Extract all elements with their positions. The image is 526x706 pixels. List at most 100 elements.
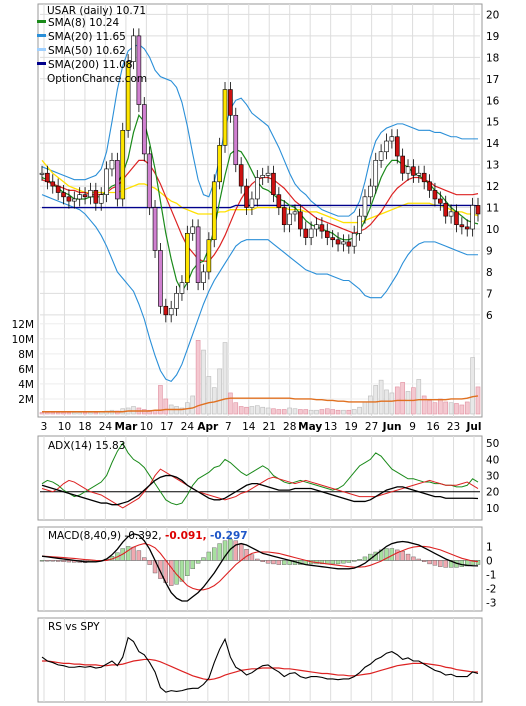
- volume-bar: [77, 412, 82, 415]
- macd-histogram-bar: [55, 560, 61, 562]
- candle-body: [346, 241, 352, 247]
- candle-body: [228, 89, 233, 116]
- candle-body: [427, 181, 432, 191]
- volume-bar: [362, 401, 368, 415]
- macd-histogram-bar: [206, 551, 212, 561]
- candle-body: [190, 226, 196, 234]
- volume-bar: [244, 406, 249, 415]
- candle-body: [416, 172, 422, 176]
- volume-bar: [249, 406, 255, 415]
- macd-histogram-bar: [244, 549, 249, 561]
- stock-chart: 3 10 18 24 Mar 10 17 24 Apr 7 14 21 28 May 13 19 27 Jun 9 1…: [0, 0, 526, 706]
- x-tick-label: 10: [140, 421, 153, 433]
- volume-bar: [260, 406, 265, 415]
- macd-histogram-bar: [185, 560, 190, 577]
- price-y-tick: 13: [486, 160, 499, 172]
- volume-bar: [195, 340, 201, 415]
- macd-title: MACD(8,40,9) -0.392, -0.091, -0.297: [48, 530, 248, 542]
- macd-histogram-bar: [131, 546, 136, 561]
- volume-bar: [255, 405, 260, 415]
- legend-sma200: SMA(200) 11.08: [48, 59, 133, 71]
- candle-body: [168, 308, 174, 316]
- candle-body: [265, 172, 271, 176]
- macd-histogram-bar: [217, 543, 222, 561]
- volume-bar: [211, 387, 217, 415]
- candle-body: [271, 172, 276, 195]
- volume-y-tick: 10M: [12, 334, 34, 346]
- x-tick-label: Jun: [382, 421, 402, 433]
- volume-bar: [351, 409, 357, 415]
- candle-body: [249, 198, 255, 208]
- candle-body: [141, 104, 147, 155]
- macd-histogram-bar: [195, 560, 201, 564]
- candle-body: [303, 228, 309, 238]
- volume-bar: [276, 409, 282, 415]
- x-tick-label: 23: [447, 421, 460, 433]
- x-tick-label: 19: [344, 421, 357, 433]
- macd-histogram-bar: [411, 556, 416, 561]
- macd-histogram-bar: [330, 560, 335, 565]
- volume-bar: [448, 402, 454, 415]
- macd-histogram-bar: [136, 550, 142, 561]
- candle-body: [158, 250, 163, 307]
- adx-y-tick: 20: [486, 487, 499, 499]
- macd-histogram-bar: [443, 560, 448, 568]
- volume-bar: [82, 412, 88, 415]
- candle-body: [276, 194, 282, 208]
- volume-bar: [93, 412, 99, 415]
- macd-y-tick: 1: [486, 541, 493, 553]
- x-tick-label: 27: [365, 421, 378, 433]
- candle-body: [378, 151, 384, 161]
- candle-body: [115, 160, 120, 200]
- volume-bar: [271, 408, 276, 415]
- candle-body: [298, 211, 303, 230]
- volume-bar: [405, 391, 411, 415]
- candle-body: [281, 207, 287, 226]
- volume-bar: [400, 382, 405, 415]
- candle-body: [255, 177, 260, 200]
- x-tick-label: Jul: [466, 421, 482, 433]
- volume-bar: [265, 407, 271, 415]
- candle-body: [464, 226, 470, 230]
- candle-body: [206, 239, 212, 273]
- x-tick-label: 24: [181, 421, 195, 433]
- watermark: OptionChance.com: [47, 73, 147, 85]
- volume-bar: [314, 409, 319, 415]
- macd-histogram-bar: [39, 560, 45, 562]
- volume-bar: [416, 379, 422, 415]
- candle-body: [185, 232, 190, 283]
- candle-body: [136, 35, 142, 105]
- price-y-tick: 17: [486, 74, 499, 86]
- legend-swatch-sma200: [37, 62, 46, 65]
- candle-body: [475, 205, 481, 215]
- x-tick-label: Apr: [197, 421, 219, 433]
- candle-body: [82, 194, 88, 198]
- candle-body: [389, 136, 395, 142]
- volume-bar: [308, 409, 314, 415]
- macd-histogram-bar: [341, 560, 346, 564]
- legend-swatch-sma50: [37, 48, 46, 51]
- candle-body: [314, 224, 319, 230]
- candle-body: [233, 114, 239, 165]
- candle-body: [39, 172, 45, 175]
- chart-title: USAR (daily) 10.71: [47, 5, 146, 17]
- volume-bar: [378, 379, 384, 415]
- macd-title-hist: -0.297: [210, 530, 248, 542]
- macd-histogram-bar: [421, 560, 427, 563]
- volume-bar: [438, 398, 443, 415]
- macd-y-tick: -2: [486, 583, 496, 595]
- candle-body: [147, 153, 152, 208]
- legend-sma20: SMA(20) 11.65: [48, 31, 126, 43]
- candle-body: [438, 198, 443, 204]
- volume-bar: [292, 408, 298, 415]
- candle-body: [222, 89, 228, 146]
- candle-body: [66, 196, 72, 202]
- candle-body: [287, 213, 292, 226]
- candle-body: [373, 160, 379, 187]
- candle-body: [400, 155, 405, 174]
- macd-y-tick: 0: [486, 555, 493, 567]
- candle-body: [201, 271, 206, 283]
- candle-body: [411, 166, 416, 176]
- volume-bar: [454, 403, 459, 415]
- price-y-tick: 9: [486, 245, 493, 257]
